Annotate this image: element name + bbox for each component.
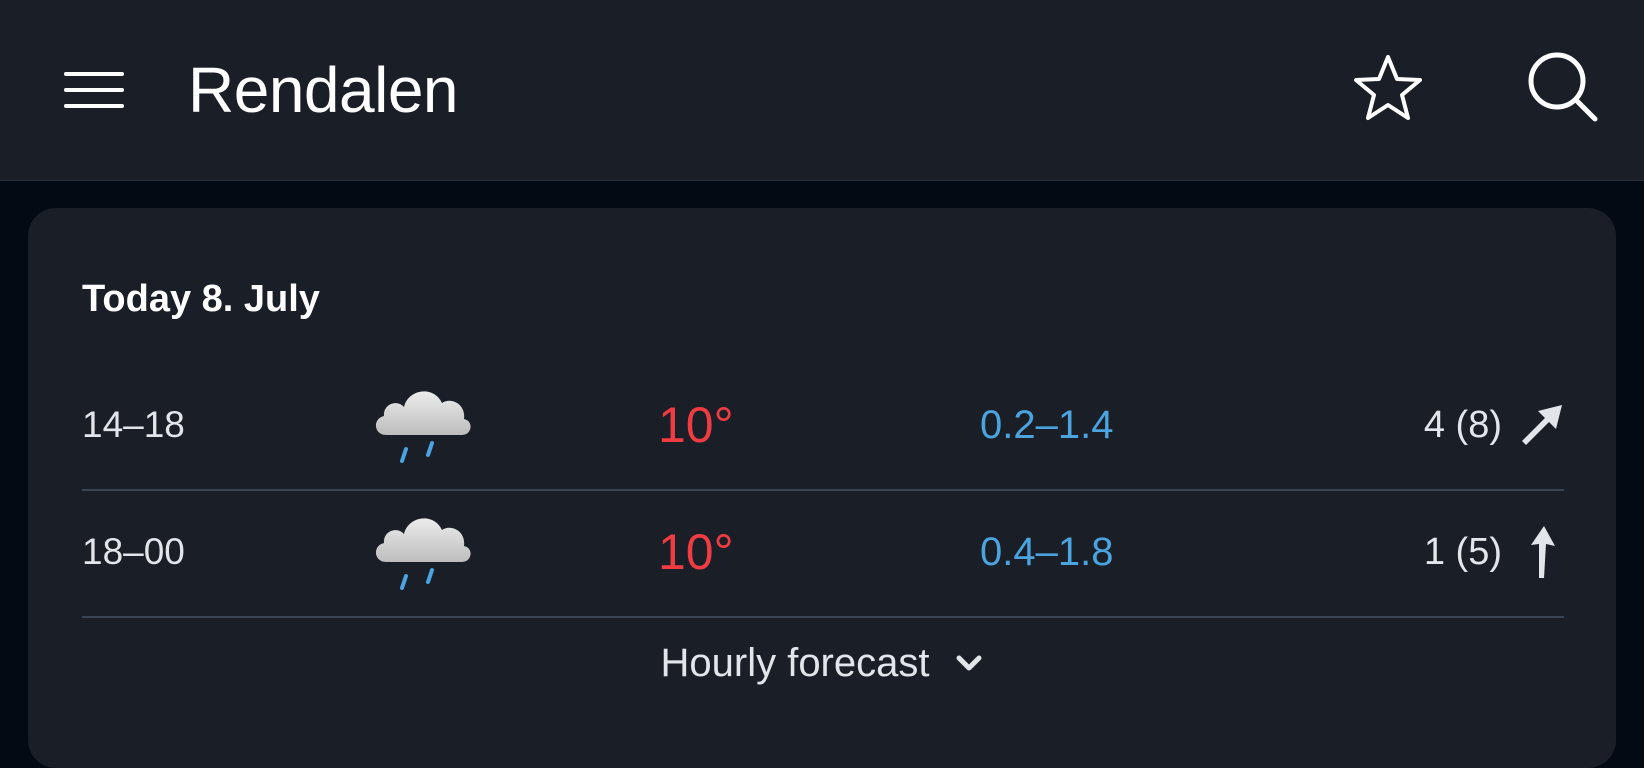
favorite-button[interactable] <box>1346 46 1430 130</box>
star-outline-icon <box>1354 55 1422 120</box>
north-arrow-icon <box>1520 525 1564 578</box>
search-button[interactable] <box>1520 44 1604 128</box>
hamburger-menu-icon <box>64 72 124 108</box>
north-east-arrow-icon <box>1520 400 1564 450</box>
temperature-value: 10° <box>658 523 734 580</box>
hourly-forecast-button[interactable]: Hourly forecast <box>28 628 1616 698</box>
wind-cell: 4 (8) <box>1424 362 1564 487</box>
wind-value: 4 (8) <box>1423 403 1502 446</box>
chevron-down-icon <box>956 655 982 671</box>
forecast-card: Today 8. July 14–18 10° 0.2–1.4 4 (8) 18… <box>28 208 1616 768</box>
location-title: Rendalen <box>188 54 459 126</box>
forecast-row[interactable]: 14–18 10° 0.2–1.4 4 (8) <box>82 362 1564 491</box>
hourly-forecast-label: Hourly forecast <box>660 641 930 685</box>
precipitation-value: 0.2–1.4 <box>980 402 1114 447</box>
weather-icon-cell <box>370 362 474 487</box>
period-label: 18–00 <box>82 530 185 572</box>
wind-cell: 1 (5) <box>1424 489 1564 614</box>
cloud-rain-icon <box>375 517 471 590</box>
search-icon <box>1528 52 1598 122</box>
app-bar: Rendalen <box>0 0 1644 181</box>
cloud-rain-icon <box>375 390 471 463</box>
forecast-row[interactable]: 18–00 10° 0.4–1.8 1 (5) <box>82 489 1564 618</box>
period-label: 14–18 <box>82 403 185 445</box>
weather-icon-cell <box>370 489 474 614</box>
temperature-value: 10° <box>658 396 734 453</box>
day-title: Today 8. July <box>82 278 320 320</box>
wind-value: 1 (5) <box>1423 530 1502 573</box>
menu-button[interactable] <box>52 48 136 132</box>
precipitation-value: 0.4–1.8 <box>980 529 1114 574</box>
